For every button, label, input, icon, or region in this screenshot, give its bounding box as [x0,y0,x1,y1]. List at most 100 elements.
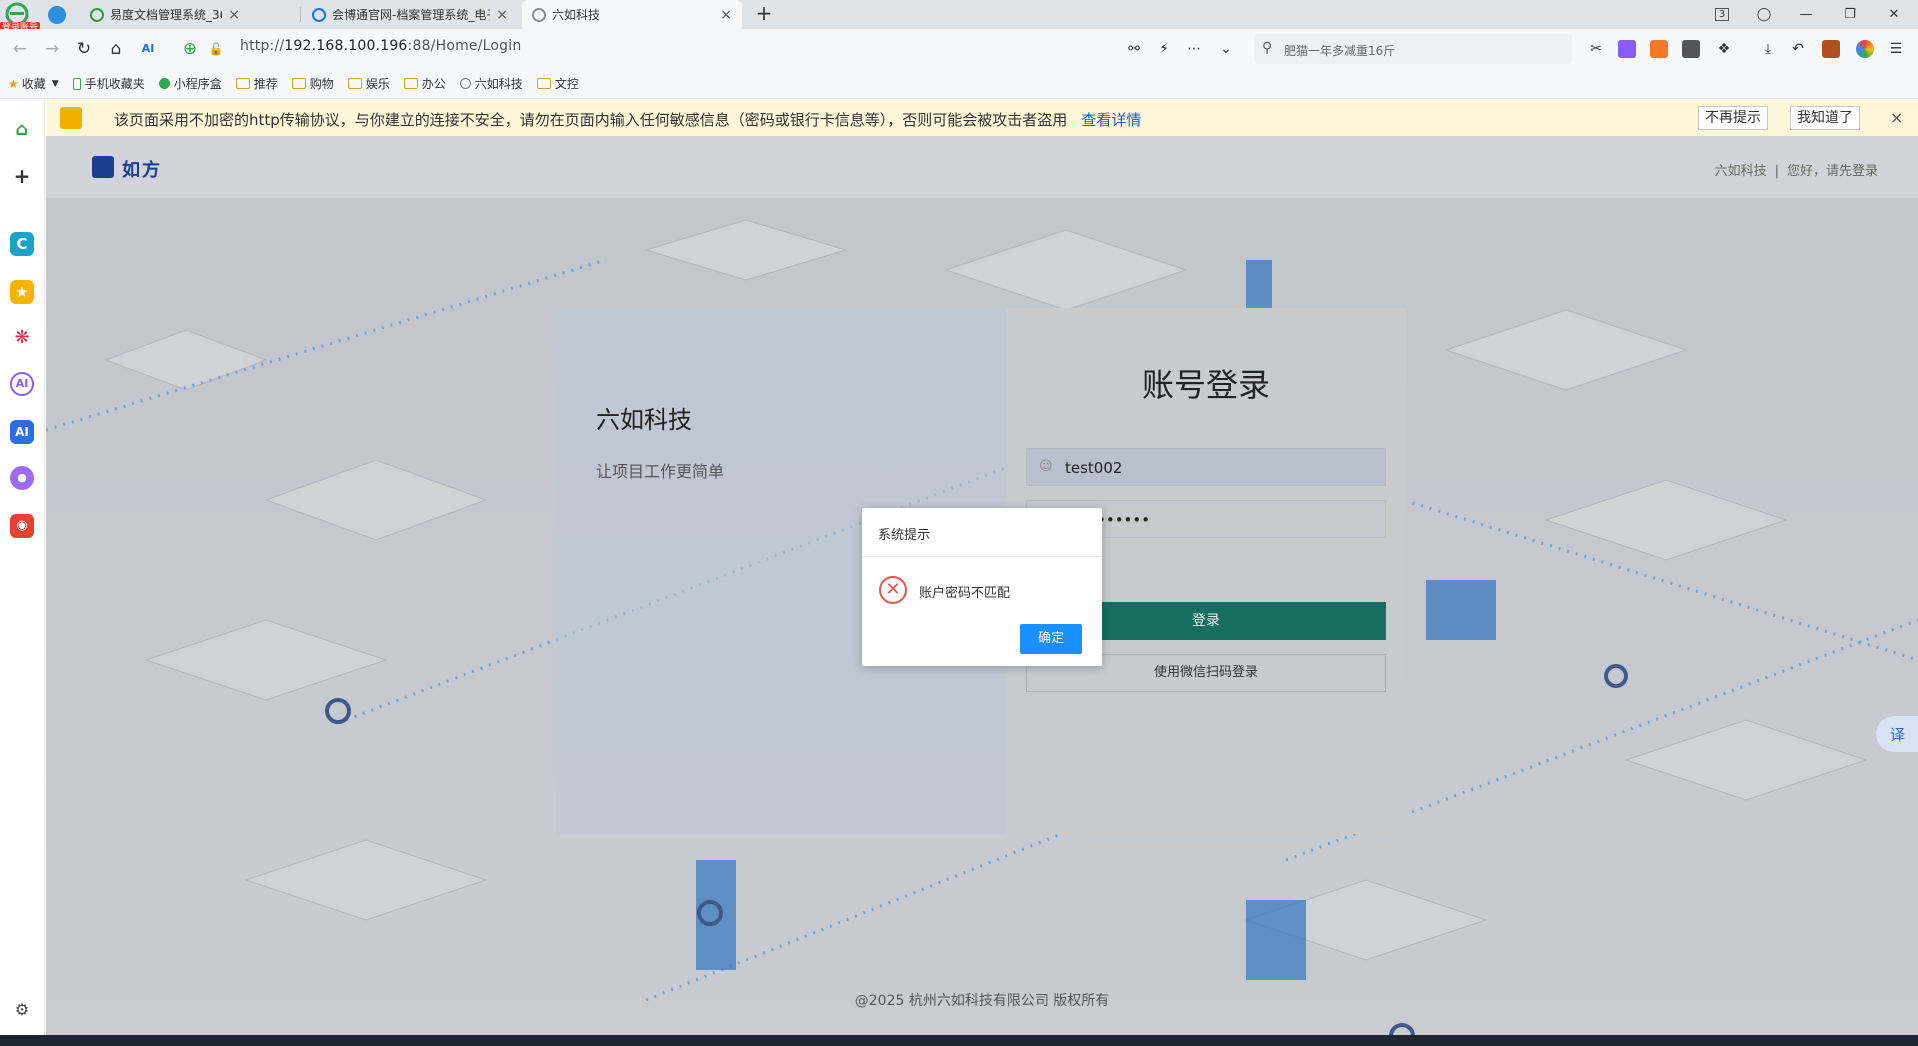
bookmark-label: 手机收藏夹 [84,77,145,91]
ai-app-icon[interactable]: AI [10,420,34,444]
download-icon[interactable]: ⤓ [1756,37,1780,61]
login-prompt[interactable]: 您好，请先登录 [1787,164,1878,179]
color-wheel-icon[interactable] [1856,40,1874,58]
bookmark-folder-doccontrol[interactable]: 文控 [536,75,579,92]
login-title: 账号登录 [1141,366,1270,404]
company-link[interactable]: 六如科技 [1715,164,1767,179]
folder-icon [347,78,362,89]
company-name: 六如科技 [596,406,692,434]
view-details-link[interactable]: 查看详情 [1081,111,1141,129]
ai-circle-icon[interactable]: AI [10,372,34,396]
insecure-lock-icon[interactable]: 🔓 [204,37,228,61]
shirt-skin-icon[interactable]: ◯ [1742,0,1786,29]
scissors-icon[interactable]: ✂ [1584,37,1608,61]
tab-liuru-active[interactable]: 六如科技 × [522,0,742,29]
ai-assistant-icon[interactable]: AI [136,37,160,61]
puzzle-icon[interactable]: ❖ [1712,37,1736,61]
os-taskbar [0,1035,1918,1046]
bookmark-favorites[interactable]: ★ 收藏 ▼ [8,75,59,92]
360-search-icon [90,7,104,22]
home-icon[interactable]: ⌂ [10,118,34,142]
close-window-icon[interactable]: ✕ [1872,0,1916,29]
close-tab-icon[interactable]: × [228,7,240,23]
bookmark-folder-office[interactable]: 办公 [403,75,446,92]
restore-icon[interactable]: ❐ [1828,0,1872,29]
bookmark-label: 小程序盒 [173,77,222,91]
close-tab-icon[interactable]: × [720,7,732,23]
menu-icon[interactable]: ☰ [1884,37,1908,61]
chevron-down-icon[interactable]: ⌄ [1214,37,1238,61]
url-host: 192.168.100.196 [284,38,408,54]
insecure-warning-text: 该页面采用不加密的http传输协议，与你建立的连接不安全，请勿在页面内输入任何敏… [114,109,1141,130]
translate-ext-icon[interactable] [1618,40,1636,58]
game-controller-icon[interactable]: ◉ [10,514,34,538]
url-field[interactable]: http://192.168.100.196:88/Home/Login [240,38,521,54]
browser-tab-bar: 登录账号 易度文档管理系统_360搜索 × 会博通官网-档案管理系统_电子 × … [0,0,1918,34]
dialog-title: 系统提示 [878,528,931,543]
password-value: •••••• [1097,511,1151,529]
bookmark-label: 娱乐 [365,77,390,91]
search-input[interactable]: ⚲ 肥猫一年多减重16斤 [1254,34,1572,64]
bookmark-label: 推荐 [253,77,278,91]
header-separator: | [1774,164,1779,179]
bookmark-liuru[interactable]: 六如科技 [459,75,523,92]
got-it-button[interactable]: 我知道了 [1790,106,1860,130]
bookmark-label: 文控 [554,77,579,91]
forward-icon[interactable]: → [40,37,64,61]
bookmark-label: 六如科技 [474,77,523,91]
undo-icon[interactable]: ↶ [1786,37,1810,61]
key-icon[interactable]: ⚯ [1122,37,1146,61]
close-tab-icon[interactable]: × [496,7,508,23]
caret-down-icon[interactable]: ▼ [52,79,59,89]
company-slogan: 让项目工作更简单 [596,462,725,481]
toolbox-icon[interactable] [1822,40,1840,58]
star-app-icon[interactable]: ★ [10,280,34,304]
username-field[interactable]: ☺ test002 [1026,448,1386,486]
bookmark-mobile[interactable]: 手机收藏夹 [72,75,145,92]
bookmark-label: 购物 [309,77,334,91]
add-icon[interactable]: + [10,164,34,188]
back-icon[interactable]: ← [8,37,32,61]
folder-icon [235,78,250,89]
reload-icon[interactable]: ↻ [72,37,96,61]
app-c-icon[interactable]: C [10,232,34,256]
search-icon: ⚲ [1262,40,1273,56]
globe-icon [312,7,326,22]
dialog-divider [862,556,1102,557]
warning-icon [60,107,82,129]
bookmark-folder-shopping[interactable]: 购物 [291,75,334,92]
bookmark-label: 收藏 [21,77,46,91]
dont-remind-button[interactable]: 不再提示 [1698,106,1768,130]
robot-icon[interactable]: ● [10,466,34,490]
bookmark-folder-entertainment[interactable]: 娱乐 [347,75,390,92]
extension-fox-icon[interactable] [1650,40,1668,58]
tab-title: 会博通官网-档案管理系统_电子 [332,8,491,22]
shield-add-icon[interactable]: ⊕ [178,37,202,61]
settings-gear-icon[interactable]: ⚙ [10,998,34,1022]
bookmark-folder-recommend[interactable]: 推荐 [235,75,278,92]
lightning-icon[interactable]: ⚡ [1152,37,1176,61]
home-icon[interactable]: ⌂ [104,37,128,61]
tab-360-search[interactable]: 易度文档管理系统_360搜索 × [80,0,250,29]
address-bar: ← → ↻ ⌂ AI ⊕ 🔓 http://192.168.100.196:88… [0,29,1918,69]
globe-icon [532,7,546,22]
network-icon[interactable]: ❋ [10,326,34,350]
copyright-footer: @2025 杭州六如科技有限公司 版权所有 [854,993,1110,1009]
confirm-button[interactable]: 确定 [1020,624,1082,654]
star-icon: ★ [8,76,19,91]
logo-text[interactable]: 如方 [122,156,162,182]
browser-sidebar: ⌂ + C ★ ❋ AI AI ● ◉ ⚙ [0,100,45,1035]
site-header: 如方 六如科技 | 您好，请先登录 [46,136,1918,198]
bookmark-miniapp[interactable]: 小程序盒 [158,75,222,92]
close-warning-icon[interactable]: × [1890,108,1903,127]
reader-icon[interactable] [1682,40,1700,58]
new-tab-button[interactable]: + [752,2,776,26]
telegram-icon[interactable] [48,6,66,24]
tab-huibotong[interactable]: 会博通官网-档案管理系统_电子 × [302,0,518,29]
tab-counter-button[interactable]: 3 [1700,0,1744,29]
warning-message: 该页面采用不加密的http传输协议，与你建立的连接不安全，请勿在页面内输入任何敏… [114,111,1068,129]
minimize-icon[interactable]: — [1784,0,1828,29]
error-icon: ✕ [879,576,907,604]
more-icon[interactable]: ⋯ [1182,37,1206,61]
translate-button[interactable]: 译 [1876,716,1918,752]
